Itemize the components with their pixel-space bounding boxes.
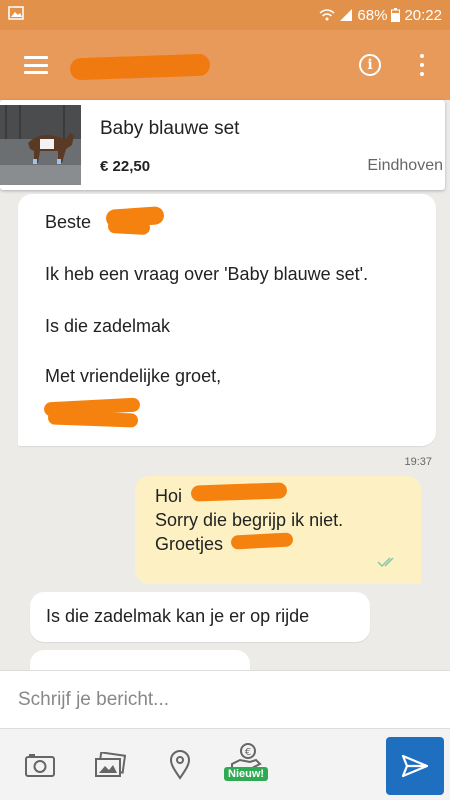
message-timestamp: 19:37 bbox=[404, 456, 432, 468]
hamburger-icon[interactable] bbox=[24, 56, 48, 74]
read-receipt-icon bbox=[377, 557, 394, 568]
redacted-signature bbox=[230, 532, 294, 550]
reply-line: Sorry die begrijp ik niet. bbox=[155, 510, 344, 530]
more-vert-icon[interactable] bbox=[418, 54, 426, 76]
send-icon bbox=[401, 754, 429, 778]
listing-title: Baby blauwe set bbox=[100, 118, 240, 139]
app-bar: i bbox=[0, 30, 450, 100]
reply-line: Hoi bbox=[155, 486, 183, 506]
svg-text:€: € bbox=[245, 747, 251, 758]
redacted-signature-scribble bbox=[47, 410, 139, 428]
chat-thread[interactable]: Beste Ik heb een vraag over 'Baby blauwe… bbox=[0, 190, 450, 670]
incoming-message: Beste Ik heb een vraag over 'Baby blauwe… bbox=[18, 194, 436, 446]
info-icon[interactable]: i bbox=[359, 54, 381, 76]
status-right: 68% 20:22 bbox=[319, 7, 442, 24]
listing-card[interactable]: Baby blauwe set € 22,50 Eindhoven bbox=[0, 100, 445, 190]
image-notification-icon bbox=[8, 6, 24, 20]
redacted-name bbox=[190, 482, 288, 502]
message-line: Is die zadelmak bbox=[45, 316, 171, 336]
send-button[interactable] bbox=[386, 737, 444, 795]
attachment-toolbar: € Nieuw! bbox=[0, 728, 450, 800]
camera-icon[interactable] bbox=[24, 749, 56, 781]
message-greeting: Beste bbox=[45, 212, 92, 232]
signal-icon bbox=[340, 9, 353, 21]
message-input[interactable] bbox=[18, 683, 428, 717]
outgoing-message: Hoi Sorry die begrijp ik niet. Groetjes bbox=[135, 476, 421, 584]
clock: 20:22 bbox=[404, 6, 442, 24]
location-pin-icon[interactable] bbox=[164, 749, 196, 781]
gallery-icon[interactable] bbox=[94, 749, 126, 781]
payment-button[interactable]: € Nieuw! bbox=[224, 741, 269, 781]
wifi-icon bbox=[319, 9, 335, 21]
status-bar: 68% 20:22 bbox=[0, 0, 450, 30]
battery-icon bbox=[391, 8, 401, 22]
listing-location: Eindhoven bbox=[367, 157, 443, 174]
new-badge: Nieuw! bbox=[224, 767, 269, 781]
contact-name-redacted bbox=[69, 53, 211, 81]
message-closing: Met vriendelijke groet, bbox=[45, 366, 222, 386]
status-left bbox=[8, 6, 319, 24]
listing-thumbnail bbox=[0, 105, 81, 185]
message-text: Is die zadelmak kan je er op rijde bbox=[46, 606, 310, 626]
message-composer bbox=[0, 670, 450, 728]
listing-price: € 22,50 bbox=[100, 158, 151, 175]
battery-percent: 68% bbox=[357, 6, 388, 24]
reply-line: Groetjes bbox=[155, 534, 224, 554]
incoming-message-partial bbox=[30, 650, 250, 670]
redacted-name-scribble bbox=[107, 218, 151, 236]
message-line: Ik heb een vraag over 'Baby blauwe set'. bbox=[45, 264, 369, 284]
incoming-message: Is die zadelmak kan je er op rijde bbox=[30, 592, 370, 642]
